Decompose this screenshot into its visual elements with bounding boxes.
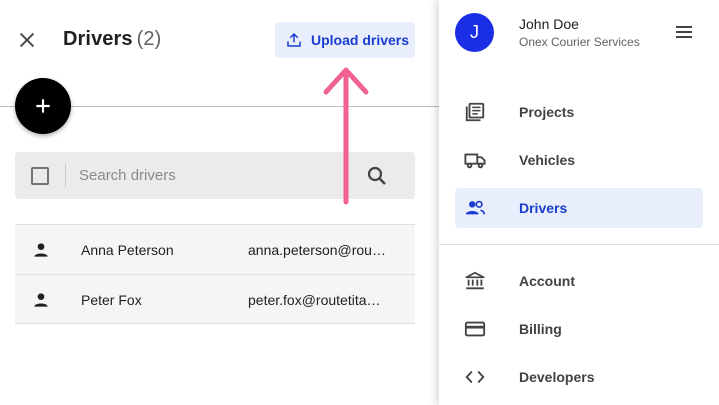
credit-card-icon (464, 321, 486, 337)
driver-email: anna.peterson@routetitan.com (248, 242, 388, 258)
page-title: Drivers (2) (63, 28, 161, 51)
sidebar-item-label: Vehicles (519, 152, 576, 168)
drawer-divider (439, 244, 719, 245)
search-bar (15, 152, 415, 199)
search-icon[interactable] (365, 164, 389, 188)
table-row[interactable]: Anna Peterson anna.peterson@routetitan.c… (15, 224, 415, 274)
truck-icon (464, 153, 486, 169)
page-title-text: Drivers (63, 28, 133, 50)
search-input[interactable] (79, 160, 349, 191)
people-icon (465, 200, 485, 215)
driver-list: Anna Peterson anna.peterson@routetitan.c… (15, 224, 415, 324)
navigation-drawer: J John Doe Onex Courier Services Project… (439, 0, 719, 405)
user-company: Onex Courier Services (519, 35, 640, 49)
driver-name: Peter Fox (81, 292, 142, 308)
select-all-checkbox[interactable] (31, 167, 49, 185)
driver-email: peter.fox@routetitan.com (248, 292, 388, 308)
driver-count: (2) (136, 28, 162, 50)
close-icon[interactable] (16, 29, 38, 51)
upload-drivers-label: Upload drivers (311, 32, 410, 48)
code-icon (465, 370, 485, 384)
plus-icon (36, 99, 50, 113)
upload-drivers-button[interactable]: Upload drivers (275, 22, 415, 58)
sidebar-item-billing[interactable]: Billing (455, 309, 703, 349)
sidebar-item-label: Account (519, 273, 575, 289)
add-driver-button[interactable] (15, 78, 71, 134)
hamburger-menu-icon[interactable] (673, 22, 695, 42)
table-row[interactable]: Peter Fox peter.fox@routetitan.com (15, 274, 415, 324)
sidebar-item-projects[interactable]: Projects (455, 92, 703, 132)
bank-icon (465, 271, 485, 290)
sidebar-item-account[interactable]: Account (455, 261, 703, 301)
avatar[interactable]: J (455, 13, 494, 52)
sidebar-item-label: Projects (519, 104, 575, 120)
sidebar-item-label: Developers (519, 369, 595, 385)
user-name: John Doe (519, 16, 579, 32)
sidebar-item-developers[interactable]: Developers (455, 357, 703, 397)
sidebar-item-drivers[interactable]: Drivers (455, 188, 703, 228)
search-separator (65, 164, 66, 187)
person-icon (34, 293, 48, 307)
sidebar-item-vehicles[interactable]: Vehicles (455, 140, 703, 180)
upload-icon (287, 32, 301, 47)
sidebar-item-label: Drivers (519, 200, 568, 216)
driver-name: Anna Peterson (81, 242, 174, 258)
person-icon (34, 243, 48, 257)
sidebar-item-label: Billing (519, 321, 562, 337)
projects-icon (465, 102, 485, 122)
